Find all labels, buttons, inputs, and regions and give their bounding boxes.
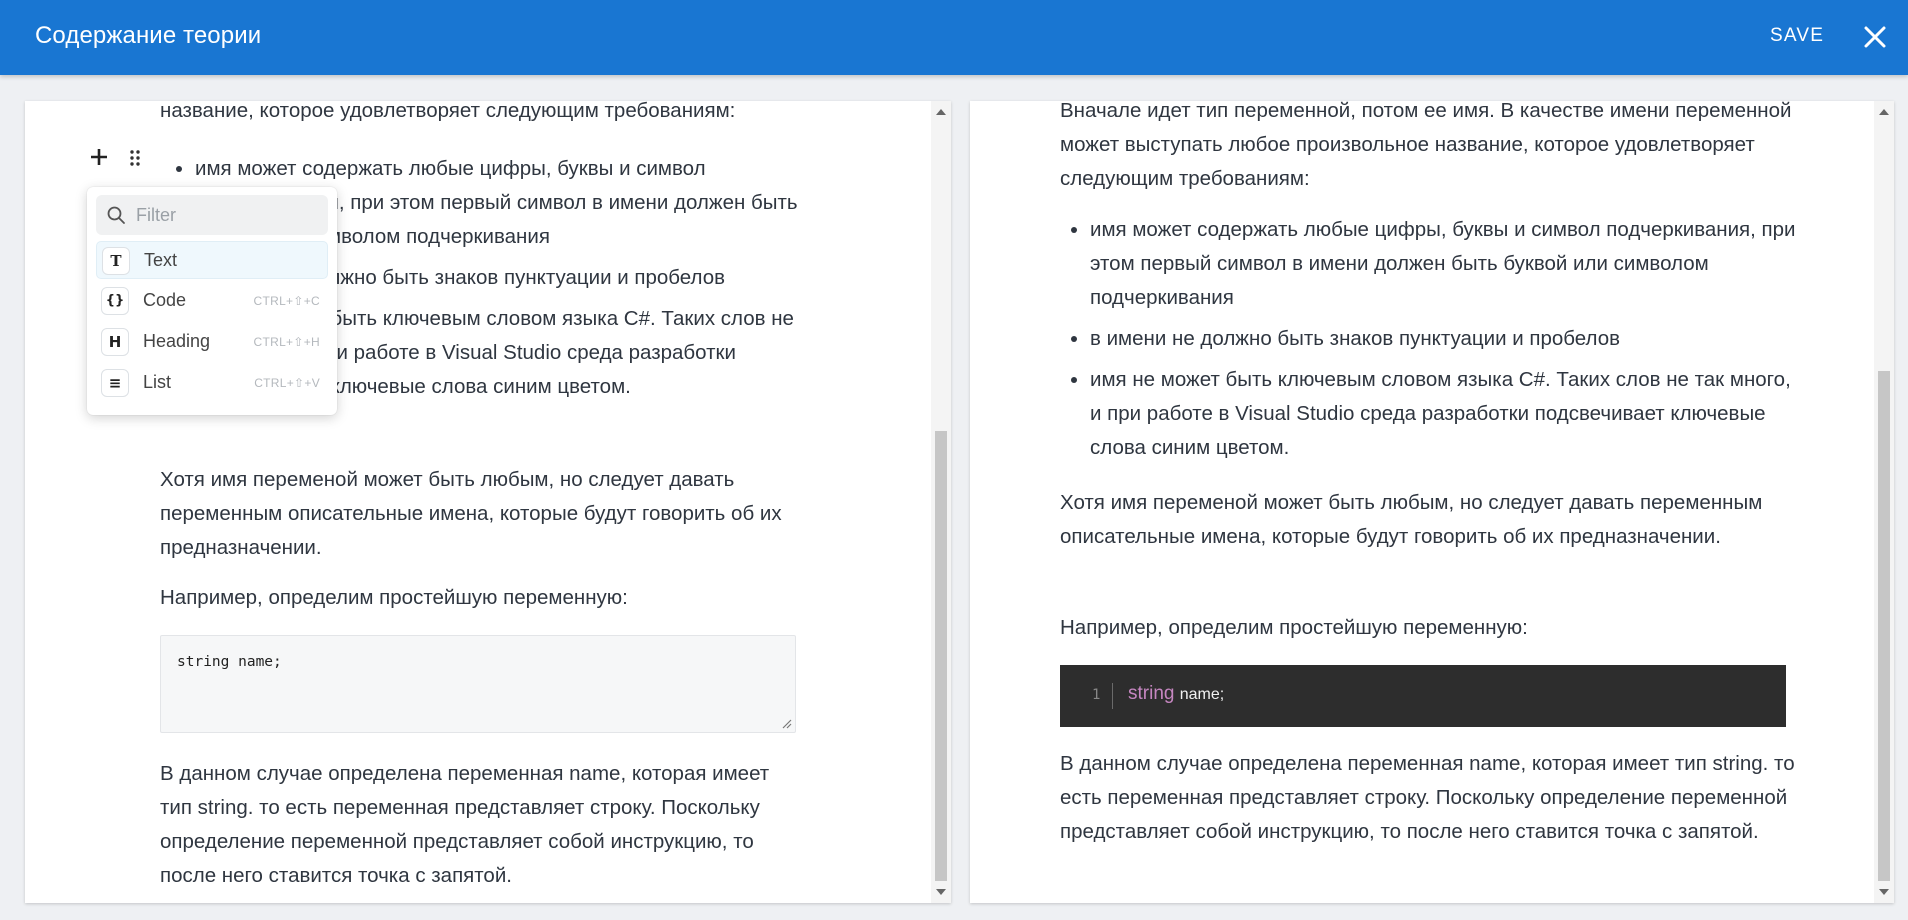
scroll-up-arrow-icon[interactable]: [936, 109, 946, 115]
editor-paragraph[interactable]: Например, определим простейшую переменну…: [160, 581, 800, 615]
filter-input[interactable]: [136, 201, 321, 229]
editor-paragraph[interactable]: Хотя имя переменой может быть любым, но …: [160, 463, 800, 565]
close-icon[interactable]: [1858, 20, 1892, 54]
menu-item-label: Code: [143, 290, 187, 310]
editor-scrollbar[interactable]: [931, 101, 951, 903]
filter-box[interactable]: [96, 195, 328, 235]
page-title: Содержание теории: [35, 22, 262, 49]
shortcut-hint: CTRL+⇧+V: [254, 376, 320, 390]
preview-paragraph: Например, определим простейшую переменну…: [1060, 616, 1528, 639]
code-block-preview: 1 string name;: [1060, 665, 1786, 727]
heading-icon: H: [101, 328, 129, 356]
menu-item-text[interactable]: T Text: [96, 241, 328, 279]
scrollbar-thumb[interactable]: [1878, 371, 1890, 881]
menu-item-code[interactable]: {} Code CTRL+⇧+C: [96, 282, 328, 320]
preview-bullet-item: в имени не должно быть знаков пунктуации…: [1090, 322, 1800, 356]
scroll-down-arrow-icon[interactable]: [1879, 889, 1889, 895]
menu-item-label: List: [143, 372, 172, 392]
save-button[interactable]: SAVE: [1770, 25, 1824, 47]
add-block-icon[interactable]: [89, 147, 109, 167]
preview-intro-text: Вначале идет тип переменной, потом ее им…: [1060, 101, 1792, 190]
line-number-divider: [1112, 683, 1113, 709]
scroll-up-arrow-icon[interactable]: [1879, 109, 1889, 115]
line-number: 1: [1092, 687, 1101, 703]
preview-panel: Вначале идет тип переменной, потом ее им…: [970, 101, 1894, 903]
code-braces-icon: {}: [101, 287, 129, 315]
editor-paragraph[interactable]: В данном случае определена переменная na…: [160, 757, 800, 893]
code-text[interactable]: string name;: [177, 654, 282, 670]
menu-item-label: Heading: [143, 331, 211, 351]
app-bar: Содержание теории SAVE: [0, 0, 1908, 75]
preview-bullet-list: имя может содержать любые цифры, буквы и…: [1060, 213, 1800, 472]
code-line: string name;: [1128, 683, 1224, 705]
preview-bullet-item: имя может содержать любые цифры, буквы и…: [1090, 213, 1800, 315]
shortcut-hint: CTRL+⇧+H: [253, 335, 320, 349]
code-identifier: name;: [1179, 686, 1225, 703]
code-keyword: string: [1128, 683, 1175, 704]
preview-paragraph: В данном случае определена переменная na…: [1060, 752, 1795, 843]
menu-item-heading[interactable]: H Heading CTRL+⇧+H: [96, 323, 328, 361]
editor-panel: название, которое удовлетворяет следующи…: [25, 101, 951, 903]
menu-item-list[interactable]: ≡ List CTRL+⇧+V: [96, 364, 328, 402]
text-type-icon: T: [102, 247, 130, 275]
list-icon: ≡: [101, 369, 129, 397]
shortcut-hint: CTRL+⇧+C: [253, 294, 320, 308]
menu-item-label: Text: [144, 250, 178, 270]
scrollbar-thumb[interactable]: [935, 431, 947, 881]
scroll-down-arrow-icon[interactable]: [936, 889, 946, 895]
preview-scrollbar[interactable]: [1874, 101, 1894, 903]
resize-grip-icon[interactable]: [781, 718, 792, 729]
block-type-menu: T Text {} Code CTRL+⇧+C H Heading CTRL+⇧…: [87, 187, 337, 415]
editor-intro-text[interactable]: название, которое удовлетворяет следующи…: [160, 101, 800, 128]
preview-bullet-item: имя не может быть ключевым словом языка …: [1090, 363, 1800, 465]
preview-paragraph: Хотя имя переменой может быть любым, но …: [1060, 491, 1763, 548]
search-icon: [107, 206, 125, 224]
drag-handle-icon[interactable]: [128, 149, 142, 167]
code-block-editor[interactable]: string name;: [160, 635, 796, 733]
